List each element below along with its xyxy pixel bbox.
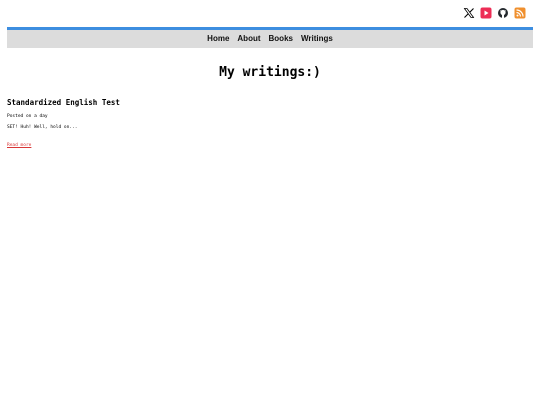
page-title: My writings:)	[219, 65, 321, 80]
x-icon[interactable]	[462, 6, 475, 19]
github-icon[interactable]	[496, 6, 509, 19]
nav-link-books[interactable]: Books	[269, 35, 293, 43]
youtube-icon[interactable]	[479, 6, 492, 19]
post-card: Standardized English Test Posted on a da…	[7, 98, 407, 150]
post-excerpt: SET! Huh! Well, hold on...	[7, 125, 78, 130]
read-more-link[interactable]: Read more	[7, 143, 31, 149]
social-links	[462, 6, 526, 19]
nav-link-home[interactable]: Home	[207, 35, 229, 43]
post-title[interactable]: Standardized English Test	[7, 98, 407, 108]
nav-link-writings[interactable]: Writings	[301, 35, 333, 43]
main-nav: Home About Books Writings	[7, 27, 533, 48]
rss-icon[interactable]	[513, 6, 526, 19]
post-date: Posted on a day	[7, 114, 48, 119]
nav-link-about[interactable]: About	[237, 35, 260, 43]
